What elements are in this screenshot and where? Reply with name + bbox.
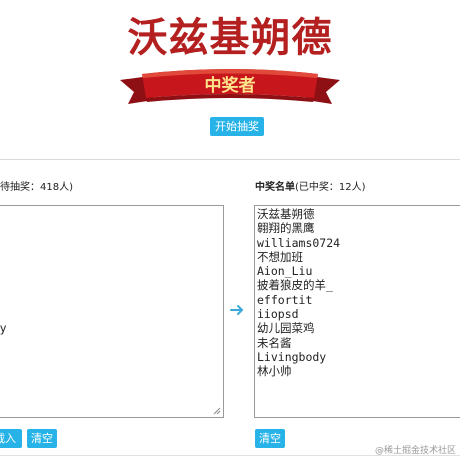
list-item: och — [0, 207, 223, 221]
list-item: 翱翔的黑鹰 — [257, 221, 315, 236]
list-item: d — [0, 379, 223, 393]
divider — [0, 159, 460, 160]
list-item — [0, 221, 223, 235]
pool-label-count: ：418人) — [30, 182, 73, 193]
list-item: 未名酱 — [257, 335, 292, 350]
watermark: @稀土掘金技术社区 — [374, 446, 456, 456]
pool-label-title: 待抽奖 — [0, 182, 30, 193]
ribbon-label: 中奖者 — [204, 76, 256, 96]
list-item: 、 — [0, 250, 223, 264]
list-item: effortit — [257, 292, 313, 307]
list-item: 郎 — [0, 307, 223, 321]
list-item — [0, 278, 223, 292]
arrow-right-icon — [230, 305, 244, 315]
resize-grip-icon[interactable] — [213, 407, 221, 415]
winner-name: 沃兹基朔德 — [127, 14, 333, 61]
list-item: 披着狼皮的羊_ — [257, 278, 333, 293]
clear-pool-button[interactable]: 清空 — [27, 429, 57, 448]
list-item — [0, 236, 223, 250]
list-item — [0, 293, 223, 307]
list-item: Aion_Liu — [257, 264, 313, 279]
list-item: iiopsd — [257, 307, 299, 322]
list-item: 沃兹基朔德 — [257, 207, 315, 221]
load-button[interactable]: 载入 — [0, 429, 22, 448]
list-item: 不想加班 — [257, 249, 303, 264]
list-item — [0, 264, 223, 278]
pool-label: 待抽奖：418人) — [0, 181, 73, 195]
winners-label-count: (已中奖：12人) — [295, 182, 366, 193]
clear-winners-button[interactable]: 清空 — [255, 429, 285, 448]
pool-textarea[interactable]: och 、郎ceCopy香蕉upi不轻狂d — [0, 205, 224, 418]
list-item: 幼儿园菜鸡 — [257, 321, 315, 336]
winners-textarea[interactable]: 沃兹基朔德 翱翔的黑鹰 williams0724 不想加班 Aion_Liu 披着狼皮的羊… — [254, 205, 460, 418]
list-item: williams0724 — [257, 235, 341, 250]
list-item: 香蕉 — [0, 336, 223, 350]
start-draw-button[interactable]: 开始抽奖 — [210, 117, 264, 136]
list-item: upi — [0, 350, 223, 364]
list-item: ceCopy — [0, 321, 7, 336]
list-item: 不轻狂 — [0, 364, 223, 378]
winners-label-title: 中奖名单 — [255, 182, 295, 193]
list-item: 林小帅 — [257, 364, 292, 379]
winners-label: 中奖名单(已中奖：12人) — [255, 181, 366, 195]
list-item: Livingbody — [257, 349, 327, 364]
